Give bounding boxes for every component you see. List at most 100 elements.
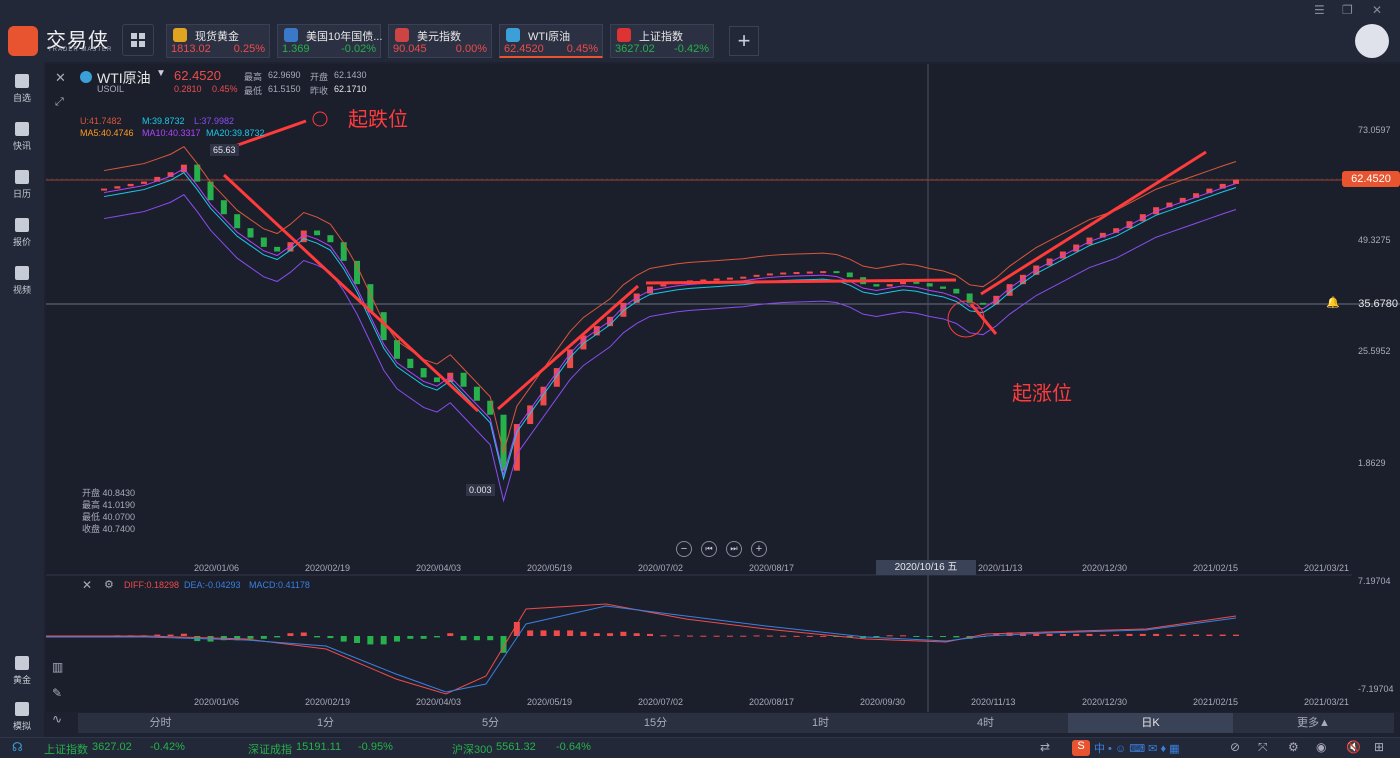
date-tick: 2020/11/13	[971, 697, 1016, 707]
macd-bar	[527, 630, 534, 636]
macd-bar	[340, 636, 347, 642]
symbol-code: USOIL	[97, 84, 125, 94]
indicator-icon[interactable]: ▥	[52, 660, 63, 674]
candle	[953, 288, 960, 294]
layout-grid-button[interactable]	[122, 24, 154, 56]
sidebar-item-gold[interactable]: 黄金	[0, 656, 44, 686]
date-tick: 2021/03/21	[1304, 563, 1350, 573]
high-value: 62.9690	[268, 70, 301, 80]
tab-timeframe-daily[interactable]: 日K	[1068, 713, 1233, 733]
ticker-gold[interactable]: 现货黄金 1813.02 0.25%	[166, 24, 270, 58]
oil-icon	[80, 71, 92, 83]
tab-timeframe-1m[interactable]: 1分	[243, 713, 408, 733]
us-flag-icon	[395, 28, 409, 42]
menu-icon[interactable]: ☰	[1314, 3, 1325, 17]
settings-icon[interactable]: ⚙	[1288, 740, 1299, 754]
fullscreen-icon[interactable]: ⤧	[1258, 740, 1268, 755]
date-tick: 2020/12/30	[1082, 697, 1128, 707]
main-chart[interactable]	[46, 64, 1400, 712]
headset-icon[interactable]: ☊	[12, 740, 23, 754]
macd-bar	[1086, 633, 1093, 636]
layout-icon[interactable]: ⊞	[1374, 740, 1384, 754]
macd-bar	[300, 632, 307, 636]
user-avatar[interactable]	[1355, 24, 1389, 58]
sidebar-item-calendar[interactable]: 日历	[0, 170, 44, 200]
macd-bar	[407, 636, 414, 639]
tab-timeframe-15m[interactable]: 15分	[573, 713, 738, 733]
add-ticker-button[interactable]: +	[729, 26, 759, 56]
peak-price-tag: 65.63	[210, 144, 239, 156]
sidebar-item-simulate[interactable]: 模拟	[0, 702, 44, 732]
macd-bar	[1099, 634, 1106, 636]
tab-timeframe-1h[interactable]: 1时	[738, 713, 903, 733]
line-tool-icon[interactable]: ∿	[52, 712, 62, 726]
camera-icon[interactable]: ◉	[1316, 740, 1326, 754]
status-index-name: 上证指数	[44, 744, 88, 756]
ma20-label: MA20:39.8732	[206, 128, 265, 138]
candle	[833, 271, 840, 274]
macd-bar	[247, 636, 254, 639]
tab-timeframe-more[interactable]: 更多▲	[1233, 713, 1394, 733]
macd-bar	[1046, 633, 1053, 636]
zoom-out-icon[interactable]: −	[676, 541, 692, 557]
close-macd-icon[interactable]: ✕	[82, 578, 92, 592]
network-icon[interactable]: ⇄	[1040, 740, 1050, 754]
macd-bar	[380, 636, 387, 645]
ma10-label: MA10:40.3317	[142, 128, 201, 138]
ticker-sse[interactable]: 上证指数 3627.02 -0.42%	[610, 24, 714, 58]
mute-icon[interactable]: 🔇	[1346, 740, 1361, 754]
close-icon[interactable]: ✕	[1372, 3, 1382, 17]
settings-icon[interactable]: ⚙	[104, 578, 114, 591]
candle	[553, 368, 560, 387]
macd-bar	[1113, 634, 1120, 636]
forward-icon[interactable]: ⏭	[726, 541, 742, 557]
macd-bar	[1059, 633, 1066, 636]
boll-mid: M:39.8732	[142, 116, 185, 126]
open-label: 开盘	[310, 72, 329, 82]
sidebar-item-watchlist[interactable]: 自选	[0, 74, 44, 104]
macd-bar	[167, 634, 174, 636]
candle	[540, 386, 547, 406]
macd-bar	[1179, 634, 1186, 636]
zoom-in-icon[interactable]: +	[751, 541, 767, 557]
macd-bar	[806, 635, 813, 637]
alert-bell-icon[interactable]: 🔔	[1326, 296, 1340, 309]
screenshot-off-icon[interactable]: ⊘	[1230, 740, 1240, 754]
tab-timeframe-tick[interactable]: 分时	[78, 713, 243, 733]
macd-bar	[1073, 633, 1080, 636]
restore-icon[interactable]: ❐	[1342, 3, 1353, 17]
macd-bar	[660, 635, 667, 637]
ticker-us10y[interactable]: 美国10年国债... 1.369 -0.02%	[277, 24, 382, 58]
candle	[793, 272, 800, 275]
ticker-wti[interactable]: WTI原油 62.4520 0.45%	[499, 24, 603, 58]
macd-bar	[1139, 633, 1146, 636]
macd-bar	[953, 636, 960, 638]
tab-timeframe-5m[interactable]: 5分	[408, 713, 573, 733]
macd-bar	[354, 636, 361, 643]
draw-pen-icon[interactable]: ✎	[52, 686, 62, 700]
macd-bar	[1126, 633, 1133, 636]
symbol-dropdown-icon[interactable]: ▼	[156, 68, 166, 79]
trough-price-tag: 0.003	[466, 484, 495, 496]
gold-icon	[15, 656, 29, 670]
candle	[527, 405, 534, 425]
input-method-icon[interactable]: S	[1072, 740, 1090, 756]
sidebar-item-video[interactable]: 视频	[0, 266, 44, 296]
macd-bar	[567, 630, 574, 636]
macd-bar	[793, 635, 800, 637]
candle	[420, 368, 427, 378]
candle	[340, 242, 347, 261]
date-tick: 2020/11/13	[978, 563, 1023, 573]
macd-bar	[820, 635, 827, 637]
expand-icon[interactable]: ⤢	[55, 96, 71, 112]
ticker-usd-index[interactable]: 美元指数 90.045 0.00%	[388, 24, 492, 58]
close-chart-icon[interactable]: ✕	[55, 70, 71, 86]
sidebar-item-news[interactable]: 快讯	[0, 122, 44, 152]
sidebar-item-quotes[interactable]: 报价	[0, 218, 44, 248]
high-label: 最高	[244, 72, 263, 82]
rewind-icon[interactable]: ⏮	[701, 541, 717, 557]
tab-timeframe-4h[interactable]: 4时	[903, 713, 1068, 733]
price-tick: 73.0597	[1358, 125, 1391, 135]
macd-axis-bottom: -7.19704	[1358, 684, 1394, 694]
bookmark-icon	[15, 74, 29, 88]
